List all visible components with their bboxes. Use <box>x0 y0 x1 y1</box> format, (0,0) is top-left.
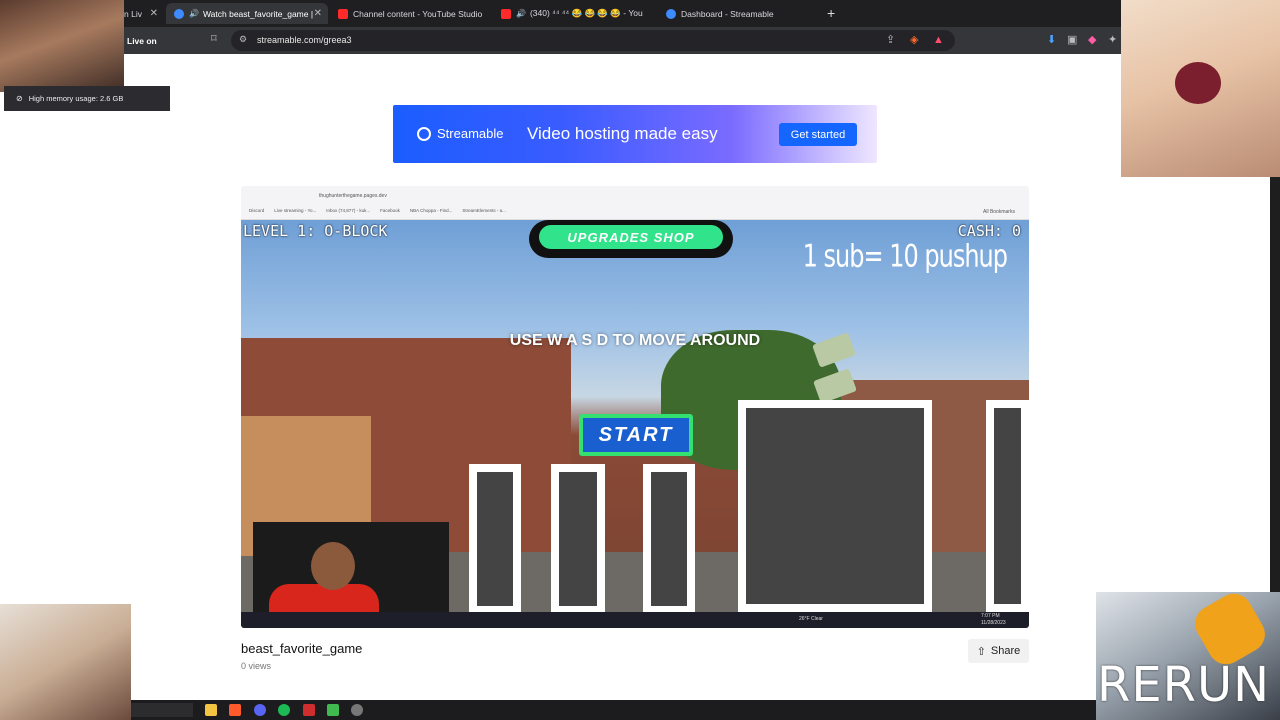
tab-youtube-studio[interactable]: Channel content - YouTube Studio <box>338 3 488 24</box>
tab-youtube[interactable]: 🔊 (340) ⁴⁴ ⁴⁴ 😂 😂 😂 😂 - You <box>501 3 649 24</box>
game-pillar <box>551 464 605 612</box>
captured-bookmark: NBA Choppa - Find... <box>409 208 453 213</box>
browser-toolbar: ⌑ ⚙ streamable.com/greea3 ⇪ ◈ ▲ ⬇ ▣ ◆ ✦ <box>0 27 1280 54</box>
address-bar[interactable]: ⚙ streamable.com/greea3 ⇪ ◈ ▲ <box>231 30 955 51</box>
close-tab-icon[interactable]: ✕ <box>150 8 158 19</box>
start-button[interactable]: START <box>579 414 693 456</box>
close-tab-icon[interactable]: ✕ <box>314 8 322 19</box>
screen: n Liv ✕ 🔊 Watch beast_favorite_game | ✕ … <box>0 0 1280 720</box>
get-started-button[interactable]: Get started <box>779 123 857 146</box>
game-pillar <box>643 464 695 612</box>
captured-all-bookmarks: All Bookmarks <box>983 209 1015 215</box>
speaker-icon: 🔊 <box>189 9 199 18</box>
captured-bookmark: Facebook <box>380 208 400 213</box>
captured-browser-bar: thughunterthegame.pages.dev Discord Live… <box>241 186 1029 220</box>
tab-label: Dashboard - Streamable <box>681 8 774 19</box>
youtube-studio-favicon-icon <box>338 8 348 19</box>
streamer-webcam <box>253 522 449 612</box>
streamable-banner[interactable]: Streamable Video hosting made easy Get s… <box>393 105 877 163</box>
extension-icon[interactable]: ▣ <box>1067 35 1077 46</box>
tab-label: (340) ⁴⁴ ⁴⁴ 😂 😂 😂 😂 - You <box>529 8 643 18</box>
game-pillar <box>986 400 1029 612</box>
brave-rewards-icon[interactable]: ▲ <box>933 35 944 46</box>
captured-weather: 26°F Clear <box>799 616 823 622</box>
captured-bookmark: Live streaming - Yo... <box>274 208 317 213</box>
webcam-overlay-top-left <box>0 0 124 92</box>
captured-url: thughunterthegame.pages.dev <box>319 193 387 199</box>
tab-label: Watch beast_favorite_game | <box>202 8 314 19</box>
new-tab-button[interactable]: + <box>827 5 835 21</box>
captured-bookmark: StreamElements - a... <box>462 208 506 213</box>
game-pillar <box>469 464 521 612</box>
tab-label: Channel content - YouTube Studio <box>353 8 483 19</box>
video-title: beast_favorite_game <box>241 641 363 656</box>
extension-pink-icon[interactable]: ◆ <box>1088 35 1096 46</box>
tab-live[interactable]: n Liv ✕ <box>124 3 164 24</box>
app-red-icon[interactable] <box>303 704 315 716</box>
banner-tagline: Video hosting made easy <box>527 124 718 143</box>
right-edge-strip <box>1270 177 1280 592</box>
webcam-overlay-bottom-left <box>0 604 131 720</box>
share-page-icon[interactable]: ⇪ <box>886 35 895 46</box>
upgrades-shop-button[interactable]: UPGRADES SHOP <box>529 220 733 258</box>
tab-dashboard-streamable[interactable]: Dashboard - Streamable <box>666 3 816 24</box>
rerun-label: RERUN <box>1097 657 1271 713</box>
game-pillar-large <box>738 400 932 612</box>
webcam-overlay-top-right <box>1121 0 1280 177</box>
captured-bookmark: Discord <box>249 208 265 213</box>
streamable-logo: Streamable <box>417 126 503 141</box>
browser-tab-strip: n Liv ✕ 🔊 Watch beast_favorite_game | ✕ … <box>0 0 1280 27</box>
tab-label: n Liv <box>124 8 142 19</box>
share-icon: ⇧ <box>976 645 986 658</box>
puzzle-icon[interactable]: ✦ <box>1108 35 1117 46</box>
memory-icon: ⊘ <box>16 94 23 103</box>
level-label: LEVEL 1: O-BLOCK <box>243 222 388 240</box>
brave-shield-icon[interactable]: ◈ <box>910 35 918 46</box>
tab-watch-beast[interactable]: 🔊 Watch beast_favorite_game | ✕ <box>166 3 328 24</box>
captured-taskbar: 26°F Clear 7:07 PM 11/28/2023 <box>241 612 1029 628</box>
os-taskbar <box>131 700 1096 720</box>
streamable-favicon-icon <box>666 8 676 19</box>
captured-date: 11/28/2023 <box>981 620 1006 626</box>
app-green-icon[interactable] <box>327 704 339 716</box>
memory-usage-text: High memory usage: 2.6 GB <box>28 94 124 103</box>
captured-time: 7:07 PM <box>981 613 1000 619</box>
video-player[interactable]: thughunterthegame.pages.dev Discord Live… <box>241 186 1029 628</box>
discord-icon[interactable] <box>254 704 266 716</box>
brave-browser-icon[interactable] <box>229 704 241 716</box>
memory-usage-tooltip: ⊘ High memory usage: 2.6 GB <box>4 86 170 111</box>
streamable-logo-icon <box>417 126 431 141</box>
video-views: 0 views <box>241 661 272 671</box>
site-info-icon[interactable]: ⚙ <box>239 35 247 44</box>
spotify-icon[interactable] <box>278 704 290 716</box>
url-text[interactable]: streamable.com/greea3 <box>257 35 352 45</box>
banner-brand: Streamable <box>437 126 504 141</box>
speaker-icon: 🔊 <box>516 9 526 18</box>
webcam-subject <box>1175 62 1221 104</box>
streamable-favicon-icon <box>174 8 184 19</box>
bookmark-icon[interactable]: ⌑ <box>211 34 217 45</box>
share-label: Share <box>990 645 1021 657</box>
upgrades-shop-label: UPGRADES SHOP <box>539 225 723 249</box>
share-button[interactable]: ⇧ Share <box>968 639 1029 663</box>
live-on-label: Live on <box>127 36 157 46</box>
game-scene: LEVEL 1: O-BLOCK CASH: 0 1 sub= 10 pushu… <box>241 220 1029 612</box>
obs-icon[interactable] <box>351 704 363 716</box>
captured-bookmarks: Discord Live streaming - Yo... Inbox (74… <box>249 208 506 213</box>
file-explorer-icon[interactable] <box>205 704 217 716</box>
streamer-head <box>311 542 355 590</box>
download-icon[interactable]: ⬇ <box>1047 35 1056 46</box>
taskbar-search[interactable] <box>131 703 193 717</box>
sub-pushup-note: 1 sub= 10 pushup <box>802 238 1008 275</box>
youtube-favicon-icon <box>501 8 511 19</box>
captured-bookmark: Inbox (74,877) - kuk... <box>326 208 371 213</box>
controls-instructions: USE W A S D TO MOVE AROUND <box>509 332 761 349</box>
